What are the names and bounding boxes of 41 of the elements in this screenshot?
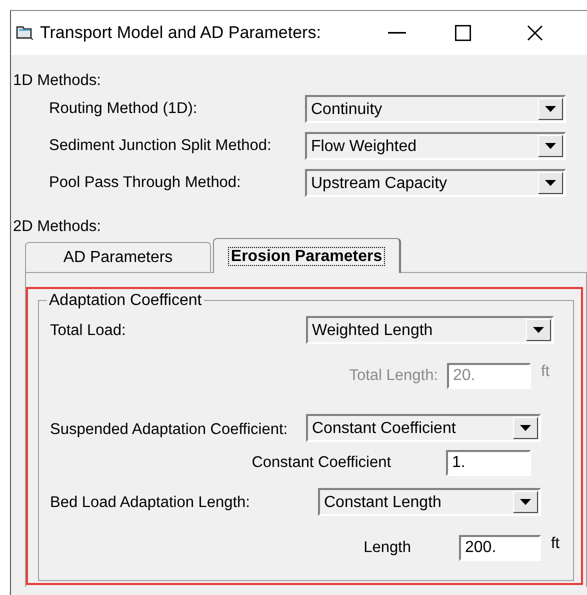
dropdown-button[interactable] <box>538 98 563 120</box>
section-label: 1D Methods: <box>12 71 102 91</box>
caret-icon <box>520 425 531 432</box>
dropdown[interactable]: Constant Coefficient <box>306 414 541 442</box>
field-label: Sediment Junction Split Method: <box>48 136 272 156</box>
minimize-icon <box>388 32 406 34</box>
group-legend: Adaptation Coefficent <box>47 291 204 310</box>
caret-icon <box>545 180 556 186</box>
tab[interactable]: AD Parameters <box>25 242 211 272</box>
dropdown-button[interactable] <box>513 491 538 514</box>
number-field[interactable]: 1. <box>446 450 531 476</box>
close-icon <box>527 25 543 41</box>
dropdown-button[interactable] <box>513 417 538 440</box>
caret-icon <box>545 143 556 150</box>
caret-icon <box>545 106 556 112</box>
dropdown[interactable]: Weighted Length <box>306 316 554 344</box>
window-title: Transport Model and AD Parameters: <box>40 22 321 44</box>
caret-icon <box>533 327 544 334</box>
dropdown[interactable]: Upstream Capacity <box>305 169 566 198</box>
dropdown[interactable]: Constant Length <box>318 488 541 516</box>
number-field[interactable]: 200. <box>459 535 541 562</box>
dropdown[interactable]: Flow Weighted <box>305 132 566 160</box>
field-label: Bed Load Adaptation Length: <box>50 493 251 513</box>
field-label: Pool Pass Through Method: <box>48 174 242 192</box>
field-label: Suspended Adaptation Coefficient: <box>50 420 289 440</box>
dropdown-button[interactable] <box>538 135 563 158</box>
field-label: Constant Coefficient <box>250 454 391 472</box>
field-label: Length <box>362 538 411 558</box>
window-icon <box>16 25 33 40</box>
section-label: 2D Methods: <box>12 216 102 236</box>
dropdown[interactable]: Continuity <box>305 95 566 124</box>
caret-icon <box>520 499 531 506</box>
dropdown-button[interactable] <box>526 319 551 342</box>
unit-label: ft <box>541 363 550 382</box>
dropdown-button[interactable] <box>538 172 563 194</box>
tab[interactable]: Erosion Parameters <box>213 238 401 274</box>
unit-label: ft <box>551 535 560 554</box>
maximize-icon <box>455 25 471 41</box>
field-label: Total Load: <box>50 321 127 341</box>
field-label: Routing Method (1D): <box>48 100 198 118</box>
field-label: Total Length: <box>348 366 438 386</box>
